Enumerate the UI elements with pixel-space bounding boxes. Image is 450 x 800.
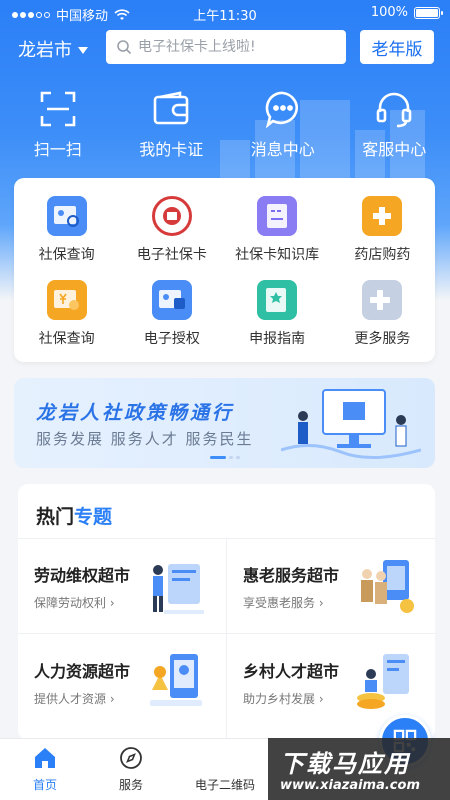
banner-title: 龙岩人社政策畅通行 <box>36 402 235 424</box>
human-resources-illustration <box>150 654 202 706</box>
quick-action-scan[interactable]: 扫一扫 <box>0 90 115 160</box>
topic-subtitle: 享受惠老服务 <box>243 594 324 611</box>
service-filing-guide[interactable]: 申报指南 <box>225 280 330 348</box>
topics-title-accent: 专题 <box>74 506 113 528</box>
battery-icon <box>414 6 443 19</box>
service-pharmacy[interactable]: 药店购药 <box>330 196 435 264</box>
headset-icon <box>376 92 412 128</box>
quick-action-messages[interactable]: 消息中心 <box>227 90 339 160</box>
topics-title: 热门专题 <box>36 502 112 529</box>
service-knowledge-base[interactable]: 社保卡知识库 <box>225 196 330 264</box>
topic-subtitle: 保障劳动权利 <box>34 594 115 611</box>
topic-title: 惠老服务超市 <box>243 566 340 585</box>
knowledge-base-icon <box>257 196 298 236</box>
quick-action-label: 扫一扫 <box>33 140 82 159</box>
quick-action-label: 客服中心 <box>362 140 427 159</box>
banner-illustration <box>281 389 421 459</box>
topics-title-plain: 热门 <box>36 506 75 528</box>
more-services-icon <box>362 280 403 320</box>
service-label: 更多服务 <box>354 331 411 347</box>
service-label: 电子社保卡 <box>136 247 207 263</box>
service-label: 电子授权 <box>143 331 200 347</box>
topic-elderly-service[interactable]: 惠老服务超市 享受惠老服务 <box>227 538 435 633</box>
topic-subtitle: 助力乡村发展 <box>243 690 324 707</box>
service-label: 药店购药 <box>354 247 411 263</box>
compass-icon <box>120 747 142 769</box>
status-bar: 中国移动 上午11:30 100% <box>0 0 450 26</box>
policy-banner[interactable]: 龙岩人社政策畅通行 服务发展 服务人才 服务民生 <box>14 378 435 468</box>
tab-home[interactable]: 首页 <box>0 739 90 800</box>
service-label: 社保查询 <box>38 331 95 347</box>
quick-action-customer-service[interactable]: 客服中心 <box>338 90 450 160</box>
watermark-url: www.xiazaima.com <box>280 778 420 793</box>
service-social-security-query[interactable]: 社保查询 <box>14 196 119 264</box>
tab-label: 首页 <box>32 778 57 792</box>
top-bar: 龙岩市 老年版 <box>0 30 450 66</box>
topic-human-resources[interactable]: 人力资源超市 提供人才资源 <box>18 634 226 729</box>
service-e-authorization[interactable]: 电子授权 <box>119 280 224 348</box>
quick-actions: 扫一扫 我的卡证 消息中心 客服中心 <box>0 90 450 160</box>
service-label: 申报指南 <box>249 331 306 347</box>
battery-percent: 100% <box>370 5 408 20</box>
topic-subtitle: 提供人才资源 <box>34 690 115 707</box>
topic-title: 劳动维权超市 <box>34 566 131 585</box>
tab-label: 服务 <box>118 778 143 792</box>
topic-labor-rights[interactable]: 劳动维权超市 保障劳动权利 <box>18 538 226 633</box>
wallet-icon <box>153 91 189 125</box>
elderly-service-illustration <box>361 560 414 613</box>
caret-down-icon <box>78 46 88 54</box>
authorization-icon <box>151 280 192 320</box>
banner-subtitle: 服务发展 服务人才 服务民生 <box>36 430 254 448</box>
search-icon <box>117 40 132 55</box>
service-more[interactable]: 更多服务 <box>330 280 435 348</box>
pharmacy-icon <box>362 196 403 236</box>
social-security-query-icon <box>46 196 87 236</box>
elder-mode-button[interactable]: 老年版 <box>360 30 434 64</box>
search-box[interactable] <box>106 30 346 64</box>
search-input[interactable] <box>138 39 328 55</box>
topic-title: 乡村人才超市 <box>243 662 340 681</box>
scan-icon <box>40 91 76 127</box>
message-icon <box>265 91 298 128</box>
banner-pager <box>210 456 240 459</box>
quick-action-my-cards[interactable]: 我的卡证 <box>115 90 227 160</box>
service-e-social-security-card[interactable]: 电子社保卡 <box>119 196 224 264</box>
home-icon <box>35 748 55 768</box>
watermark-text: 下载马应用 <box>280 750 410 778</box>
watermark: 下载马应用 www.xiazaima.com <box>268 738 450 800</box>
topic-title: 人力资源超市 <box>34 662 131 681</box>
e-card-badge-icon <box>151 196 192 236</box>
guide-icon <box>257 280 298 320</box>
city-name: 龙岩市 <box>18 40 72 61</box>
tab-label: 电子二维码 <box>194 778 255 792</box>
service-social-security-query-2[interactable]: 社保查询 <box>14 280 119 348</box>
city-selector[interactable]: 龙岩市 <box>18 36 88 62</box>
yuan-query-icon <box>46 280 87 320</box>
tab-qr-code[interactable]: 电子二维码 <box>180 715 431 800</box>
quick-action-label: 消息中心 <box>250 140 315 159</box>
labor-rights-illustration <box>153 564 204 614</box>
quick-action-label: 我的卡证 <box>139 140 204 159</box>
rural-talent-illustration <box>357 654 409 709</box>
hot-topics-card: 热门专题 劳动维权超市 保障劳动权利 惠老服务超市 享受惠老服务 人力资源超市 … <box>18 484 435 740</box>
service-label: 社保卡知识库 <box>235 247 320 263</box>
tab-services[interactable]: 服务 <box>86 739 176 800</box>
services-card: 社保查询 电子社保卡 社保卡知识库 药店购药 社保查询 电子授权 申报指南 更多… <box>14 178 435 362</box>
service-label: 社保查询 <box>38 247 95 263</box>
